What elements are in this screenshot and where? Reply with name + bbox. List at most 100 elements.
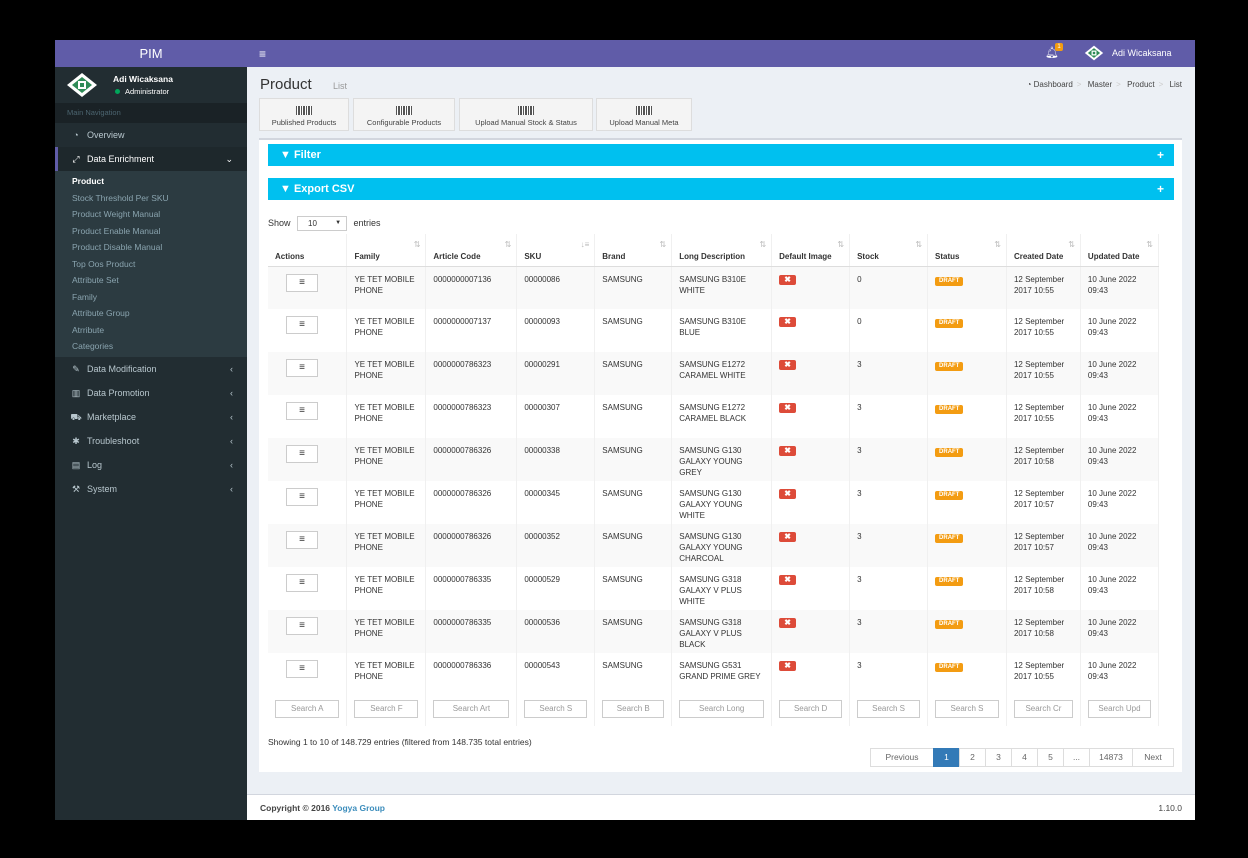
pagination-button[interactable]: 3 — [985, 748, 1012, 767]
column-header[interactable]: Status ⇅ — [927, 234, 1007, 267]
column-search-input[interactable]: Search S — [857, 700, 921, 718]
row-actions-menu-button[interactable]: ≡ — [286, 402, 318, 420]
column-header[interactable]: Long Description ⇅ — [671, 234, 773, 267]
column-header[interactable]: Stock ⇅ — [849, 234, 929, 267]
cart-icon: ⛟ — [70, 411, 82, 422]
column-header[interactable]: SKU ↓≡ — [516, 234, 596, 267]
funnel-icon: ▼ — [280, 183, 291, 195]
user-avatar[interactable] — [1083, 44, 1105, 62]
column-header[interactable]: Article Code ⇅ — [425, 234, 518, 267]
upload-manual-stock-button[interactable]: Upload Manual Stock & Status — [459, 98, 593, 131]
pagination-button[interactable]: 2 — [959, 748, 986, 767]
row-actions-menu-button[interactable]: ≡ — [286, 531, 318, 549]
row-actions-menu-button[interactable]: ≡ — [286, 617, 318, 635]
row-actions-menu-button[interactable]: ≡ — [286, 574, 318, 592]
sidebar-user-name: Adi Wicaksana — [113, 74, 173, 84]
copyright: Copyright © 2016 Yogya Group — [260, 803, 385, 813]
submenu-item-categories[interactable]: Categories — [55, 338, 247, 355]
pagination-button[interactable]: 1 — [933, 748, 960, 767]
pagination-button[interactable]: 4 — [1011, 748, 1038, 767]
sidebar-item-system[interactable]: ⚒ System ‹ — [55, 477, 247, 501]
cell-sku: 00000352 — [516, 524, 596, 567]
submenu-item-product-enable[interactable]: Product Enable Manual — [55, 223, 247, 240]
sort-icon: ⇅ — [915, 240, 923, 249]
submenu-item-product-disable[interactable]: Product Disable Manual — [55, 239, 247, 256]
submenu-item-attribute-group[interactable]: Attribute Group — [55, 305, 247, 322]
row-actions-menu-button[interactable]: ≡ — [286, 488, 318, 506]
column-search-input[interactable]: Search Cr — [1013, 700, 1073, 718]
column-search-input[interactable]: Search B — [602, 700, 665, 718]
funnel-icon: ▼ — [280, 149, 291, 161]
column-search-input[interactable]: Search Upd — [1087, 700, 1151, 718]
cell-desc: SAMSUNG G531 GRAND PRIME GREY — [671, 653, 773, 696]
row-actions-menu-button[interactable]: ≡ — [286, 273, 318, 292]
cell-article: 0000000786326 — [425, 524, 518, 567]
breadcrumb-master[interactable]: Master — [1088, 80, 1112, 89]
published-products-button[interactable]: Published Products — [259, 98, 349, 131]
cell-desc: SAMSUNG B310E WHITE — [671, 266, 773, 309]
cell-updated: 10 June 2022 09:43 — [1080, 395, 1160, 438]
cell-updated: 10 June 2022 09:43 — [1080, 653, 1160, 696]
pagination-button[interactable]: Previous — [870, 748, 934, 767]
sort-icon: ⇅ — [659, 240, 667, 249]
sidebar-item-data-modification[interactable]: ✎ Data Modification ‹ — [55, 357, 247, 381]
sidebar-item-overview[interactable]: ◔ Overview — [55, 123, 247, 147]
column-search-input[interactable]: Search S — [935, 700, 999, 718]
pagination-button[interactable]: 14873 — [1089, 748, 1133, 767]
chevron-left-icon: ‹ — [230, 363, 233, 374]
row-actions-menu-button[interactable]: ≡ — [286, 359, 318, 377]
navbar-user-name[interactable]: Adi Wicaksana — [1112, 48, 1172, 58]
expand-plus-icon[interactable]: + — [1157, 144, 1164, 166]
pagination-button[interactable]: Next — [1132, 748, 1174, 767]
row-actions-menu-button[interactable]: ≡ — [286, 316, 318, 334]
column-search-input[interactable]: Search Long — [679, 700, 765, 718]
no-image-icon: ✖ — [779, 360, 797, 370]
column-header[interactable]: Updated Date ⇅ — [1080, 234, 1160, 267]
row-actions-menu-button[interactable]: ≡ — [286, 660, 318, 678]
cell-article: 0000000786335 — [425, 567, 518, 610]
sidebar-item-marketplace[interactable]: ⛟ Marketplace ‹ — [55, 405, 247, 429]
submenu-item-top-oos[interactable]: Top Oos Product — [55, 256, 247, 273]
submenu-item-product[interactable]: Product — [55, 173, 247, 190]
status-badge: DRAFT — [935, 405, 964, 414]
column-search-input[interactable]: Search A — [275, 700, 340, 718]
column-header[interactable]: Default Image ⇅ — [771, 234, 851, 267]
breadcrumb-dashboard[interactable]: Dashboard — [1034, 80, 1073, 89]
column-header[interactable]: Brand ⇅ — [594, 234, 673, 267]
cell-stock: 3 — [849, 438, 929, 481]
app-logo[interactable]: PIM — [55, 40, 247, 67]
expand-plus-icon[interactable]: + — [1157, 178, 1164, 200]
sidebar-toggle-icon[interactable]: ≡ — [259, 47, 266, 61]
upload-manual-meta-button[interactable]: Upload Manual Meta — [596, 98, 692, 131]
submenu-item-product-weight[interactable]: Product Weight Manual — [55, 206, 247, 223]
column-header[interactable]: Family ⇅ — [346, 234, 427, 267]
cell-article: 0000000786323 — [425, 395, 518, 438]
column-search-input[interactable]: Search Art — [433, 700, 510, 718]
submenu-item-attribute[interactable]: Atrribute — [55, 322, 247, 339]
column-header[interactable]: Created Date ⇅ — [1006, 234, 1081, 267]
sidebar-item-log[interactable]: ▤ Log ‹ — [55, 453, 247, 477]
row-actions-menu-button[interactable]: ≡ — [286, 445, 318, 463]
dashboard-icon: ◔ — [73, 130, 79, 140]
notification-badge: 1 — [1055, 43, 1063, 51]
sidebar-item-data-enrichment[interactable]: ⤢ Data Enrichment ⌄ — [55, 147, 247, 171]
column-search-input[interactable]: Search D — [779, 700, 843, 718]
export-csv-panel-header[interactable]: ▼ Export CSV + — [268, 178, 1174, 200]
submenu-item-attribute-set[interactable]: Attribute Set — [55, 272, 247, 289]
pagination-button[interactable]: 5 — [1037, 748, 1064, 767]
sort-icon: ⇅ — [759, 240, 767, 249]
submenu-item-stock-threshold[interactable]: Stock Threshold Per SKU — [55, 190, 247, 207]
breadcrumb-product[interactable]: Product — [1127, 80, 1155, 89]
submenu-item-family[interactable]: Family — [55, 289, 247, 306]
company-link[interactable]: Yogya Group — [332, 803, 385, 813]
column-search-input[interactable]: Search F — [354, 700, 419, 718]
barcode-icon — [396, 106, 412, 115]
filter-panel-header[interactable]: ▼ Filter + — [268, 144, 1174, 166]
sidebar-item-data-promotion[interactable]: ▥ Data Promotion ‹ — [55, 381, 247, 405]
sidebar-item-troubleshoot[interactable]: ✱ Troubleshoot ‹ — [55, 429, 247, 453]
configurable-products-button[interactable]: Configurable Products — [353, 98, 455, 131]
no-image-icon: ✖ — [779, 532, 797, 542]
column-search-row: Search A Search F Search Art Search S Search… — [268, 696, 1160, 726]
column-search-input[interactable]: Search S — [524, 700, 588, 718]
page-length-select[interactable]: 10 ▼ — [297, 216, 348, 231]
